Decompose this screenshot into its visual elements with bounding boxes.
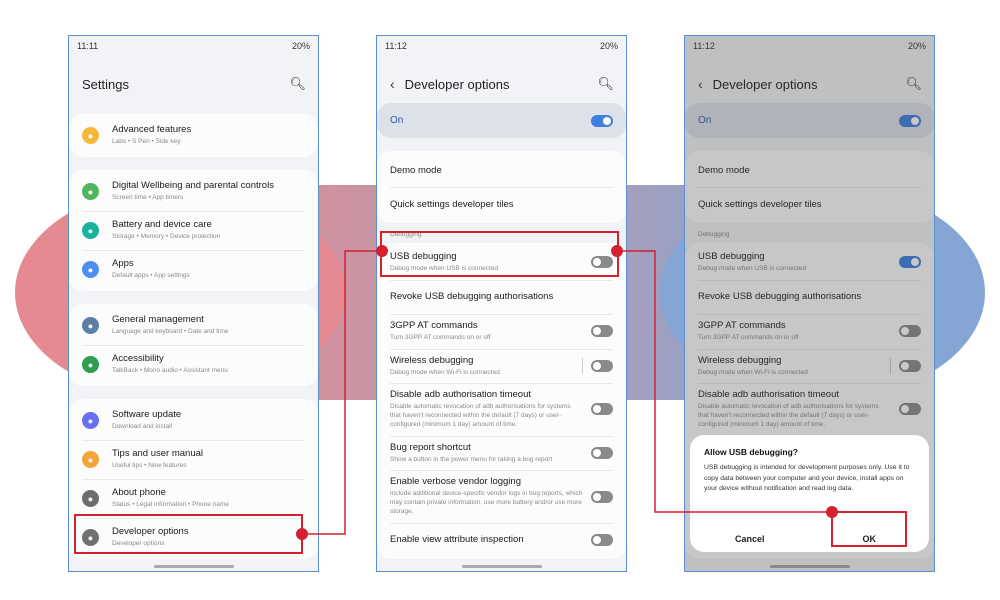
highlight-ok-button	[831, 511, 907, 547]
connector-line-2	[617, 250, 832, 513]
connector-line-1	[302, 250, 382, 535]
annotation-dot	[296, 528, 308, 540]
highlight-usb-debugging	[380, 231, 619, 277]
annotation-overlay	[74, 231, 907, 554]
annotation-dot	[611, 245, 623, 257]
annotation-dot	[376, 245, 388, 257]
annotation-dot	[826, 506, 838, 518]
highlight-developer-options	[74, 514, 303, 554]
